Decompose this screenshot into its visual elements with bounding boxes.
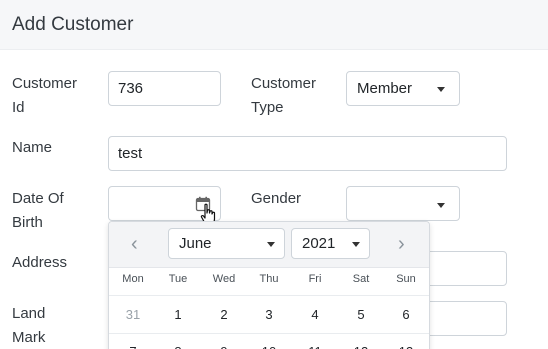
name-field[interactable]: test <box>108 136 507 171</box>
page-title: Add Customer <box>12 14 134 35</box>
datepicker-header: ‹ June 2021 › <box>109 222 429 268</box>
day-cell[interactable]: 13 <box>383 344 429 349</box>
customer-id-label-line2: Id <box>12 99 25 116</box>
name-label: Name <box>12 139 53 156</box>
day-cell[interactable]: 2 <box>201 307 247 322</box>
landmark-label-line2: Mark <box>12 329 46 346</box>
chevron-down-icon <box>352 242 360 247</box>
chevron-down-icon <box>267 242 275 247</box>
landmark-label-line1: Land <box>12 305 46 322</box>
year-value: 2021 <box>302 235 336 252</box>
next-month-button[interactable]: › <box>398 234 405 254</box>
day-cell[interactable]: 8 <box>155 344 201 349</box>
customer-type-value: Member <box>357 80 413 97</box>
dob-field[interactable] <box>108 186 221 225</box>
customer-id-label-line1: Customer <box>12 75 78 92</box>
day-cell[interactable]: 1 <box>155 307 201 322</box>
chevron-down-icon <box>437 203 445 208</box>
day-cell[interactable]: 10 <box>246 344 292 349</box>
customer-type-label-line1: Customer <box>251 75 317 92</box>
year-select[interactable]: 2021 <box>291 228 370 259</box>
customer-type-label: Customer Type <box>251 72 316 120</box>
day-cell[interactable]: 3 <box>246 307 292 322</box>
day-cell[interactable]: 9 <box>201 344 247 349</box>
dob-label: Date Of Birth <box>12 187 64 235</box>
weekday-label: Mon <box>122 273 144 285</box>
page-header: Add Customer <box>0 0 548 50</box>
customer-id-field[interactable]: 736 <box>108 71 221 106</box>
gender-select[interactable] <box>346 186 460 221</box>
gender-label: Gender <box>251 190 302 207</box>
dob-label-line1: Date Of <box>12 190 64 207</box>
day-cell[interactable]: 11 <box>292 344 338 349</box>
divider <box>109 333 429 334</box>
customer-id-label: Customer Id <box>12 72 77 120</box>
customer-type-select[interactable]: Member <box>346 71 460 106</box>
day-cell[interactable]: 31 <box>110 307 156 322</box>
weekday-label: Fri <box>308 273 322 285</box>
day-cell[interactable]: 12 <box>338 344 384 349</box>
weekday-label: Tue <box>168 273 188 285</box>
landmark-label: Land Mark <box>12 302 45 349</box>
day-cell[interactable]: 7 <box>110 344 156 349</box>
month-select[interactable]: June <box>168 228 285 259</box>
month-value: June <box>179 235 212 252</box>
day-cell[interactable]: 5 <box>338 307 384 322</box>
customer-type-label-line2: Type <box>251 99 284 116</box>
address-label: Address <box>12 254 68 271</box>
weekday-label: Sun <box>396 273 416 285</box>
day-cell[interactable]: 6 <box>383 307 429 322</box>
chevron-down-icon <box>437 87 445 92</box>
weekday-label: Thu <box>259 273 279 285</box>
dob-label-line2: Birth <box>12 214 43 231</box>
weekday-label: Wed <box>212 273 236 285</box>
divider <box>109 295 429 296</box>
weekday-label: Sat <box>352 273 370 285</box>
day-cell[interactable]: 4 <box>292 307 338 322</box>
datepicker-popup: ‹ June 2021 › Mon Tue Wed Thu Fri Sat Su… <box>108 221 430 349</box>
prev-month-button[interactable]: ‹ <box>131 234 138 254</box>
